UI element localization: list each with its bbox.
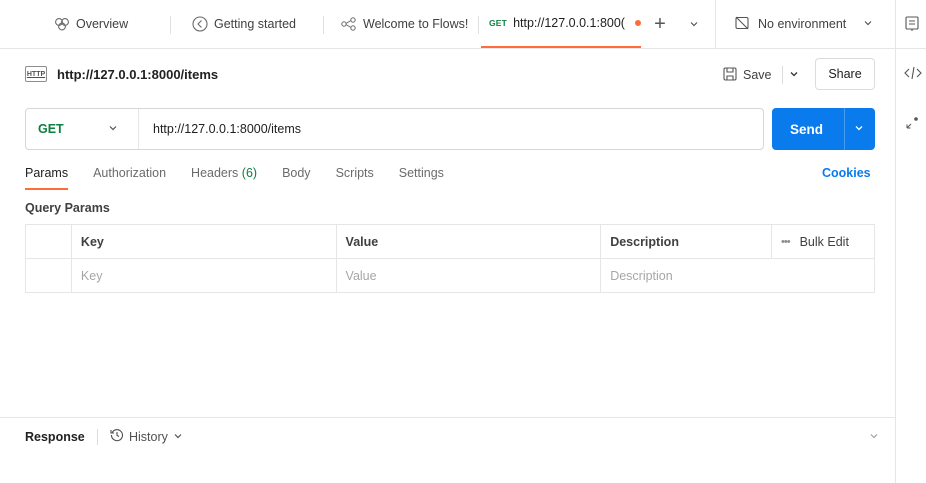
more-options-icon[interactable]: •••	[781, 236, 791, 248]
right-sidebar	[895, 0, 926, 483]
environment-quick-look-icon[interactable]	[905, 16, 919, 35]
history-button[interactable]: History	[110, 428, 183, 445]
bulk-edit-button[interactable]: ••• Bulk Edit	[781, 235, 874, 249]
save-label: Save	[743, 68, 772, 82]
environment-selector[interactable]: No environment	[715, 0, 885, 48]
chevron-down-icon	[108, 122, 118, 136]
save-options-chevron-icon[interactable]	[789, 68, 799, 82]
tab-params[interactable]: Params	[25, 166, 69, 190]
share-button[interactable]: Share	[815, 58, 875, 90]
tab-bar: Overview Getting started Welcome to Flow…	[0, 0, 926, 49]
table-row: Key Value Description	[25, 258, 875, 293]
tab-divider	[478, 16, 479, 34]
chevron-down-icon	[863, 17, 873, 31]
chevron-down-icon	[173, 430, 183, 444]
value-input[interactable]: Value	[335, 258, 602, 293]
save-divider	[781, 66, 783, 84]
tab-body[interactable]: Body	[282, 166, 311, 190]
send-options-chevron-icon[interactable]	[845, 122, 864, 136]
checkbox-column-header	[25, 224, 72, 259]
tab-label: Welcome to Flows!	[363, 17, 469, 31]
tabs-menu-chevron-icon[interactable]	[689, 18, 699, 32]
description-input[interactable]: Description	[600, 258, 875, 293]
request-header: HTTP http://127.0.0.1:8000/items	[25, 62, 218, 86]
request-title[interactable]: http://127.0.0.1:8000/items	[57, 67, 218, 82]
table-header-row: Key Value Description ••• Bulk Edit	[25, 224, 875, 259]
url-bar: GET	[25, 108, 764, 150]
tab-label: Getting started	[214, 17, 296, 31]
flows-icon	[341, 17, 357, 31]
tab-label: http://127.0.0.1:800(	[513, 16, 625, 30]
tab-getting-started[interactable]: Getting started	[192, 0, 296, 48]
tab-welcome-flows[interactable]: Welcome to Flows!	[341, 0, 468, 48]
method-selector[interactable]: GET	[26, 109, 139, 149]
code-snippet-icon[interactable]	[904, 66, 922, 83]
send-button[interactable]: Send	[772, 108, 875, 150]
tab-scripts[interactable]: Scripts	[336, 166, 374, 190]
column-header-key: Key	[70, 224, 337, 259]
tab-settings[interactable]: Settings	[399, 166, 444, 190]
unsaved-dot-icon	[634, 20, 641, 26]
url-input[interactable]	[139, 109, 763, 149]
new-tab-plus-icon[interactable]: +	[650, 13, 670, 35]
tab-overview[interactable]: Overview	[54, 0, 128, 48]
column-header-value: Value	[335, 224, 602, 259]
query-params-table: Key Value Description ••• Bulk Edit Key …	[25, 224, 875, 293]
tab-method: GET	[489, 18, 508, 28]
getting-started-icon	[192, 16, 208, 32]
bulk-edit-cell: ••• Bulk Edit	[771, 224, 875, 259]
response-divider	[97, 429, 98, 445]
query-params-title: Query Params	[25, 201, 110, 215]
send-label: Send	[790, 121, 824, 137]
tab-authorization[interactable]: Authorization	[93, 166, 166, 190]
request-subtabs: Params Authorization Headers (6) Body Sc…	[25, 166, 469, 190]
expand-icon[interactable]	[905, 116, 919, 133]
environment-label: No environment	[758, 17, 847, 31]
save-button[interactable]: Save	[715, 60, 807, 90]
tab-divider	[170, 16, 171, 34]
tab-label: Overview	[76, 17, 129, 31]
response-panel: Response History	[0, 417, 895, 483]
overview-icon	[54, 17, 70, 31]
column-header-description: Description	[600, 224, 773, 259]
bulk-edit-label: Bulk Edit	[799, 234, 849, 249]
row-checkbox-cell	[25, 258, 72, 293]
history-icon	[110, 428, 124, 445]
cookies-link[interactable]: Cookies	[822, 166, 871, 180]
tab-divider	[323, 16, 324, 34]
key-input[interactable]: Key	[70, 258, 337, 293]
method-label: GET	[38, 122, 64, 136]
no-environment-icon	[734, 15, 750, 34]
headers-count: (6)	[241, 166, 258, 180]
http-request-icon: HTTP	[25, 66, 47, 82]
save-icon	[723, 66, 737, 84]
collapse-response-chevron-icon[interactable]	[869, 430, 879, 444]
tab-headers[interactable]: Headers (6)	[191, 166, 257, 190]
response-title: Response	[25, 430, 85, 444]
tab-active-request[interactable]: GET http://127.0.0.1:800(	[481, 0, 641, 48]
headers-label: Headers	[191, 166, 239, 180]
history-label: History	[129, 429, 168, 444]
